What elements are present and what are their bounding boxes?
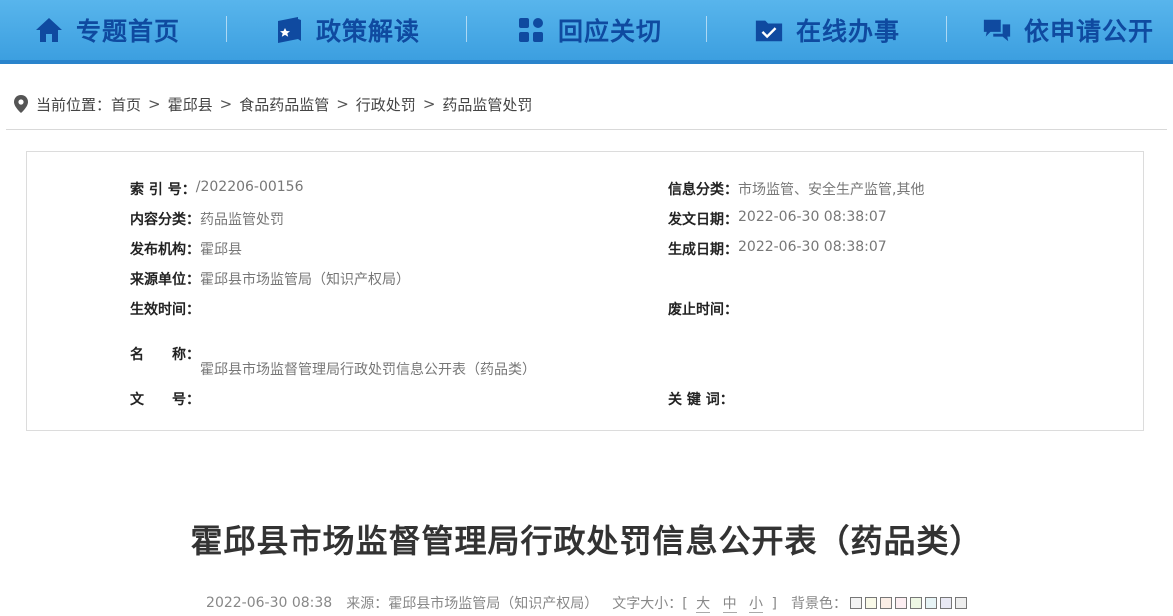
info-name-key: 名 称： xyxy=(130,347,200,363)
font-size-label: 文字大小：[ xyxy=(612,596,688,612)
breadcrumb-separator: > xyxy=(148,95,161,113)
bg-color-swatches xyxy=(847,595,967,611)
breadcrumb-separator: > xyxy=(422,95,436,113)
font-size-large[interactable]: 大 xyxy=(696,596,711,613)
bg-color-swatch[interactable] xyxy=(909,597,922,609)
info-category: 信息分类： 市场监管、安全生产监管,其他 xyxy=(668,182,925,198)
bg-color-swatch[interactable] xyxy=(924,597,937,609)
breadcrumb-drug-penalty[interactable]: 药品监管处罚 xyxy=(442,94,532,115)
nav-item-label: 在线办事 xyxy=(796,17,901,46)
info-doc-no: 文 号： xyxy=(130,392,200,408)
nav-bottom-bar xyxy=(0,60,1173,64)
bg-color-swatch[interactable] xyxy=(864,597,877,609)
bg-color-swatch[interactable] xyxy=(954,597,967,609)
info-source-unit: 来源单位： 霍邱县市场监管局（知识产权局） xyxy=(130,272,410,288)
nav-item-response[interactable]: 回应关切 xyxy=(516,0,662,60)
info-created-date: 生成日期： 2022-06-30 08:38:07 xyxy=(668,239,887,258)
document-info-box: 索 引 号：/202206-00156 信息分类： 市场监管、安全生产监管,其他 … xyxy=(26,151,1144,431)
info-issue-date: 发文日期： 2022-06-30 08:38:07 xyxy=(668,209,887,228)
nav-item-home[interactable]: 专题首页 xyxy=(34,0,180,60)
font-size-medium[interactable]: 中 xyxy=(722,596,737,613)
info-name-value: 霍邱县市场监督管理局行政处罚信息公开表（药品类） xyxy=(200,362,536,378)
bg-color-swatch[interactable] xyxy=(939,597,952,609)
font-size-control: 文字大小：[ 大 中 小 ] xyxy=(612,593,777,613)
nav-divider xyxy=(946,16,947,42)
info-effective-time: 生效时间： xyxy=(130,302,200,318)
info-expiry-time: 废止时间： xyxy=(668,302,738,318)
breadcrumb-divider xyxy=(6,129,1167,130)
info-keywords: 关 键 词： xyxy=(668,392,734,408)
breadcrumb-penalty[interactable]: 行政处罚 xyxy=(356,94,416,115)
article-title: 霍邱县市场监督管理局行政处罚信息公开表（药品类） xyxy=(190,522,983,560)
breadcrumb-food-drug[interactable]: 食品药品监管 xyxy=(239,94,329,115)
nav-item-label: 政策解读 xyxy=(316,17,421,46)
info-publisher: 发布机构： 霍邱县 xyxy=(130,242,242,258)
breadcrumb-prefix: 当前位置： xyxy=(36,95,112,114)
nav-item-label: 回应关切 xyxy=(558,17,663,46)
bg-color-swatch[interactable] xyxy=(879,597,892,609)
nav-divider xyxy=(466,16,467,42)
folder-check-icon xyxy=(754,15,784,45)
nav-item-label: 依申请公开 xyxy=(1024,17,1155,46)
grid-icon xyxy=(516,15,546,45)
home-icon xyxy=(34,15,64,45)
info-content-type: 内容分类： 药品监管处罚 xyxy=(130,212,284,228)
info-index-no: 索 引 号：/202206-00156 xyxy=(130,179,304,198)
article-meta: 2022-06-30 08:38 来源：霍邱县市场监管局（知识产权局） 文字大小… xyxy=(0,592,1173,614)
location-pin-icon xyxy=(14,95,28,113)
bg-color-swatch[interactable] xyxy=(894,597,907,609)
breadcrumb: 当前位置： 首页 > 霍邱县 > 食品药品监管 > 行政处罚 > 药品监管处罚 xyxy=(14,92,532,116)
font-size-small[interactable]: 小 xyxy=(749,596,764,613)
nav-item-online-service[interactable]: 在线办事 xyxy=(754,0,900,60)
nav-divider xyxy=(226,16,227,42)
bg-color-label: 背景色： xyxy=(790,596,847,612)
chat-icon xyxy=(982,15,1012,45)
article-date: 2022-06-30 08:38 xyxy=(206,595,333,611)
font-size-end: ] xyxy=(771,596,777,612)
nav-item-label: 专题首页 xyxy=(76,17,181,46)
book-icon xyxy=(274,15,304,45)
breadcrumb-county[interactable]: 霍邱县 xyxy=(168,94,213,115)
bg-color-swatch[interactable] xyxy=(849,597,862,609)
breadcrumb-home[interactable]: 首页 xyxy=(111,94,141,115)
article-source: 来源：霍邱县市场监管局（知识产权局） xyxy=(346,596,599,612)
breadcrumb-separator: > xyxy=(219,95,233,113)
breadcrumb-separator: > xyxy=(336,95,349,113)
nav-item-apply-disclosure[interactable]: 依申请公开 xyxy=(982,0,1154,60)
nav-divider xyxy=(706,16,707,42)
nav-item-policy[interactable]: 政策解读 xyxy=(274,0,420,60)
